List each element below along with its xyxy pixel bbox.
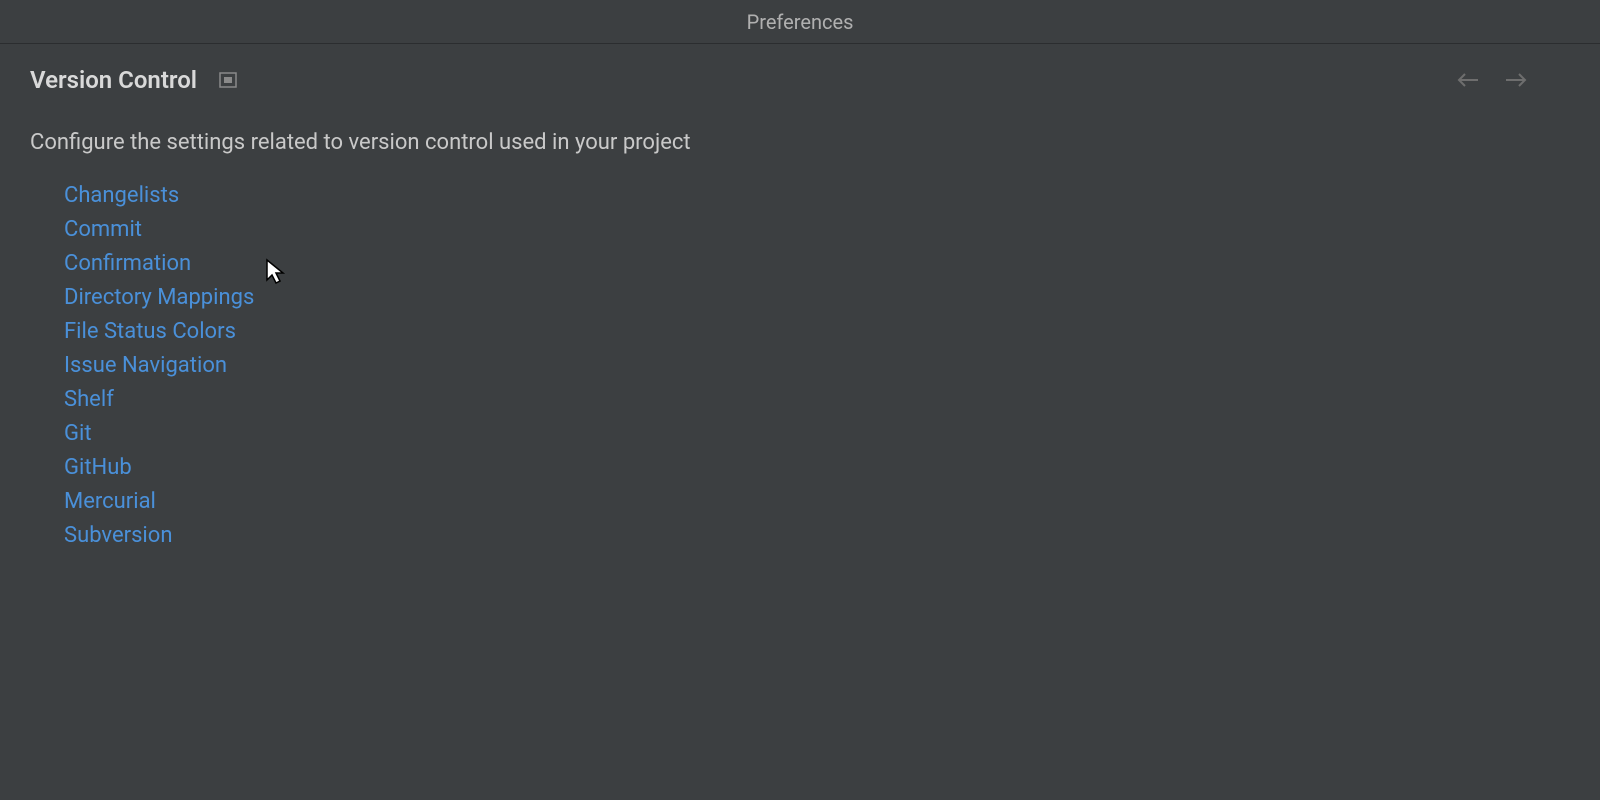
settings-link-list: Changelists Commit Confirmation Director… <box>0 173 1600 548</box>
section-title: Version Control <box>30 66 197 94</box>
window-header: Preferences <box>0 0 1600 44</box>
section-header-left: Version Control <box>30 66 237 94</box>
scope-icon[interactable] <box>219 72 237 88</box>
link-directory-mappings[interactable]: Directory Mappings <box>64 285 254 310</box>
link-github[interactable]: GitHub <box>64 455 132 480</box>
section-header: Version Control <box>0 44 1600 94</box>
link-file-status-colors[interactable]: File Status Colors <box>64 319 236 344</box>
link-shelf[interactable]: Shelf <box>64 387 114 412</box>
nav-arrows <box>1454 66 1570 94</box>
link-issue-navigation[interactable]: Issue Navigation <box>64 353 227 378</box>
link-commit[interactable]: Commit <box>64 217 142 242</box>
section-description: Configure the settings related to versio… <box>0 94 1600 173</box>
window-title: Preferences <box>747 10 854 34</box>
link-subversion[interactable]: Subversion <box>64 523 172 548</box>
link-git[interactable]: Git <box>64 421 92 446</box>
link-confirmation[interactable]: Confirmation <box>64 251 191 276</box>
link-changelists[interactable]: Changelists <box>64 183 179 208</box>
forward-button[interactable] <box>1502 66 1530 94</box>
link-mercurial[interactable]: Mercurial <box>64 489 156 514</box>
back-button[interactable] <box>1454 66 1482 94</box>
